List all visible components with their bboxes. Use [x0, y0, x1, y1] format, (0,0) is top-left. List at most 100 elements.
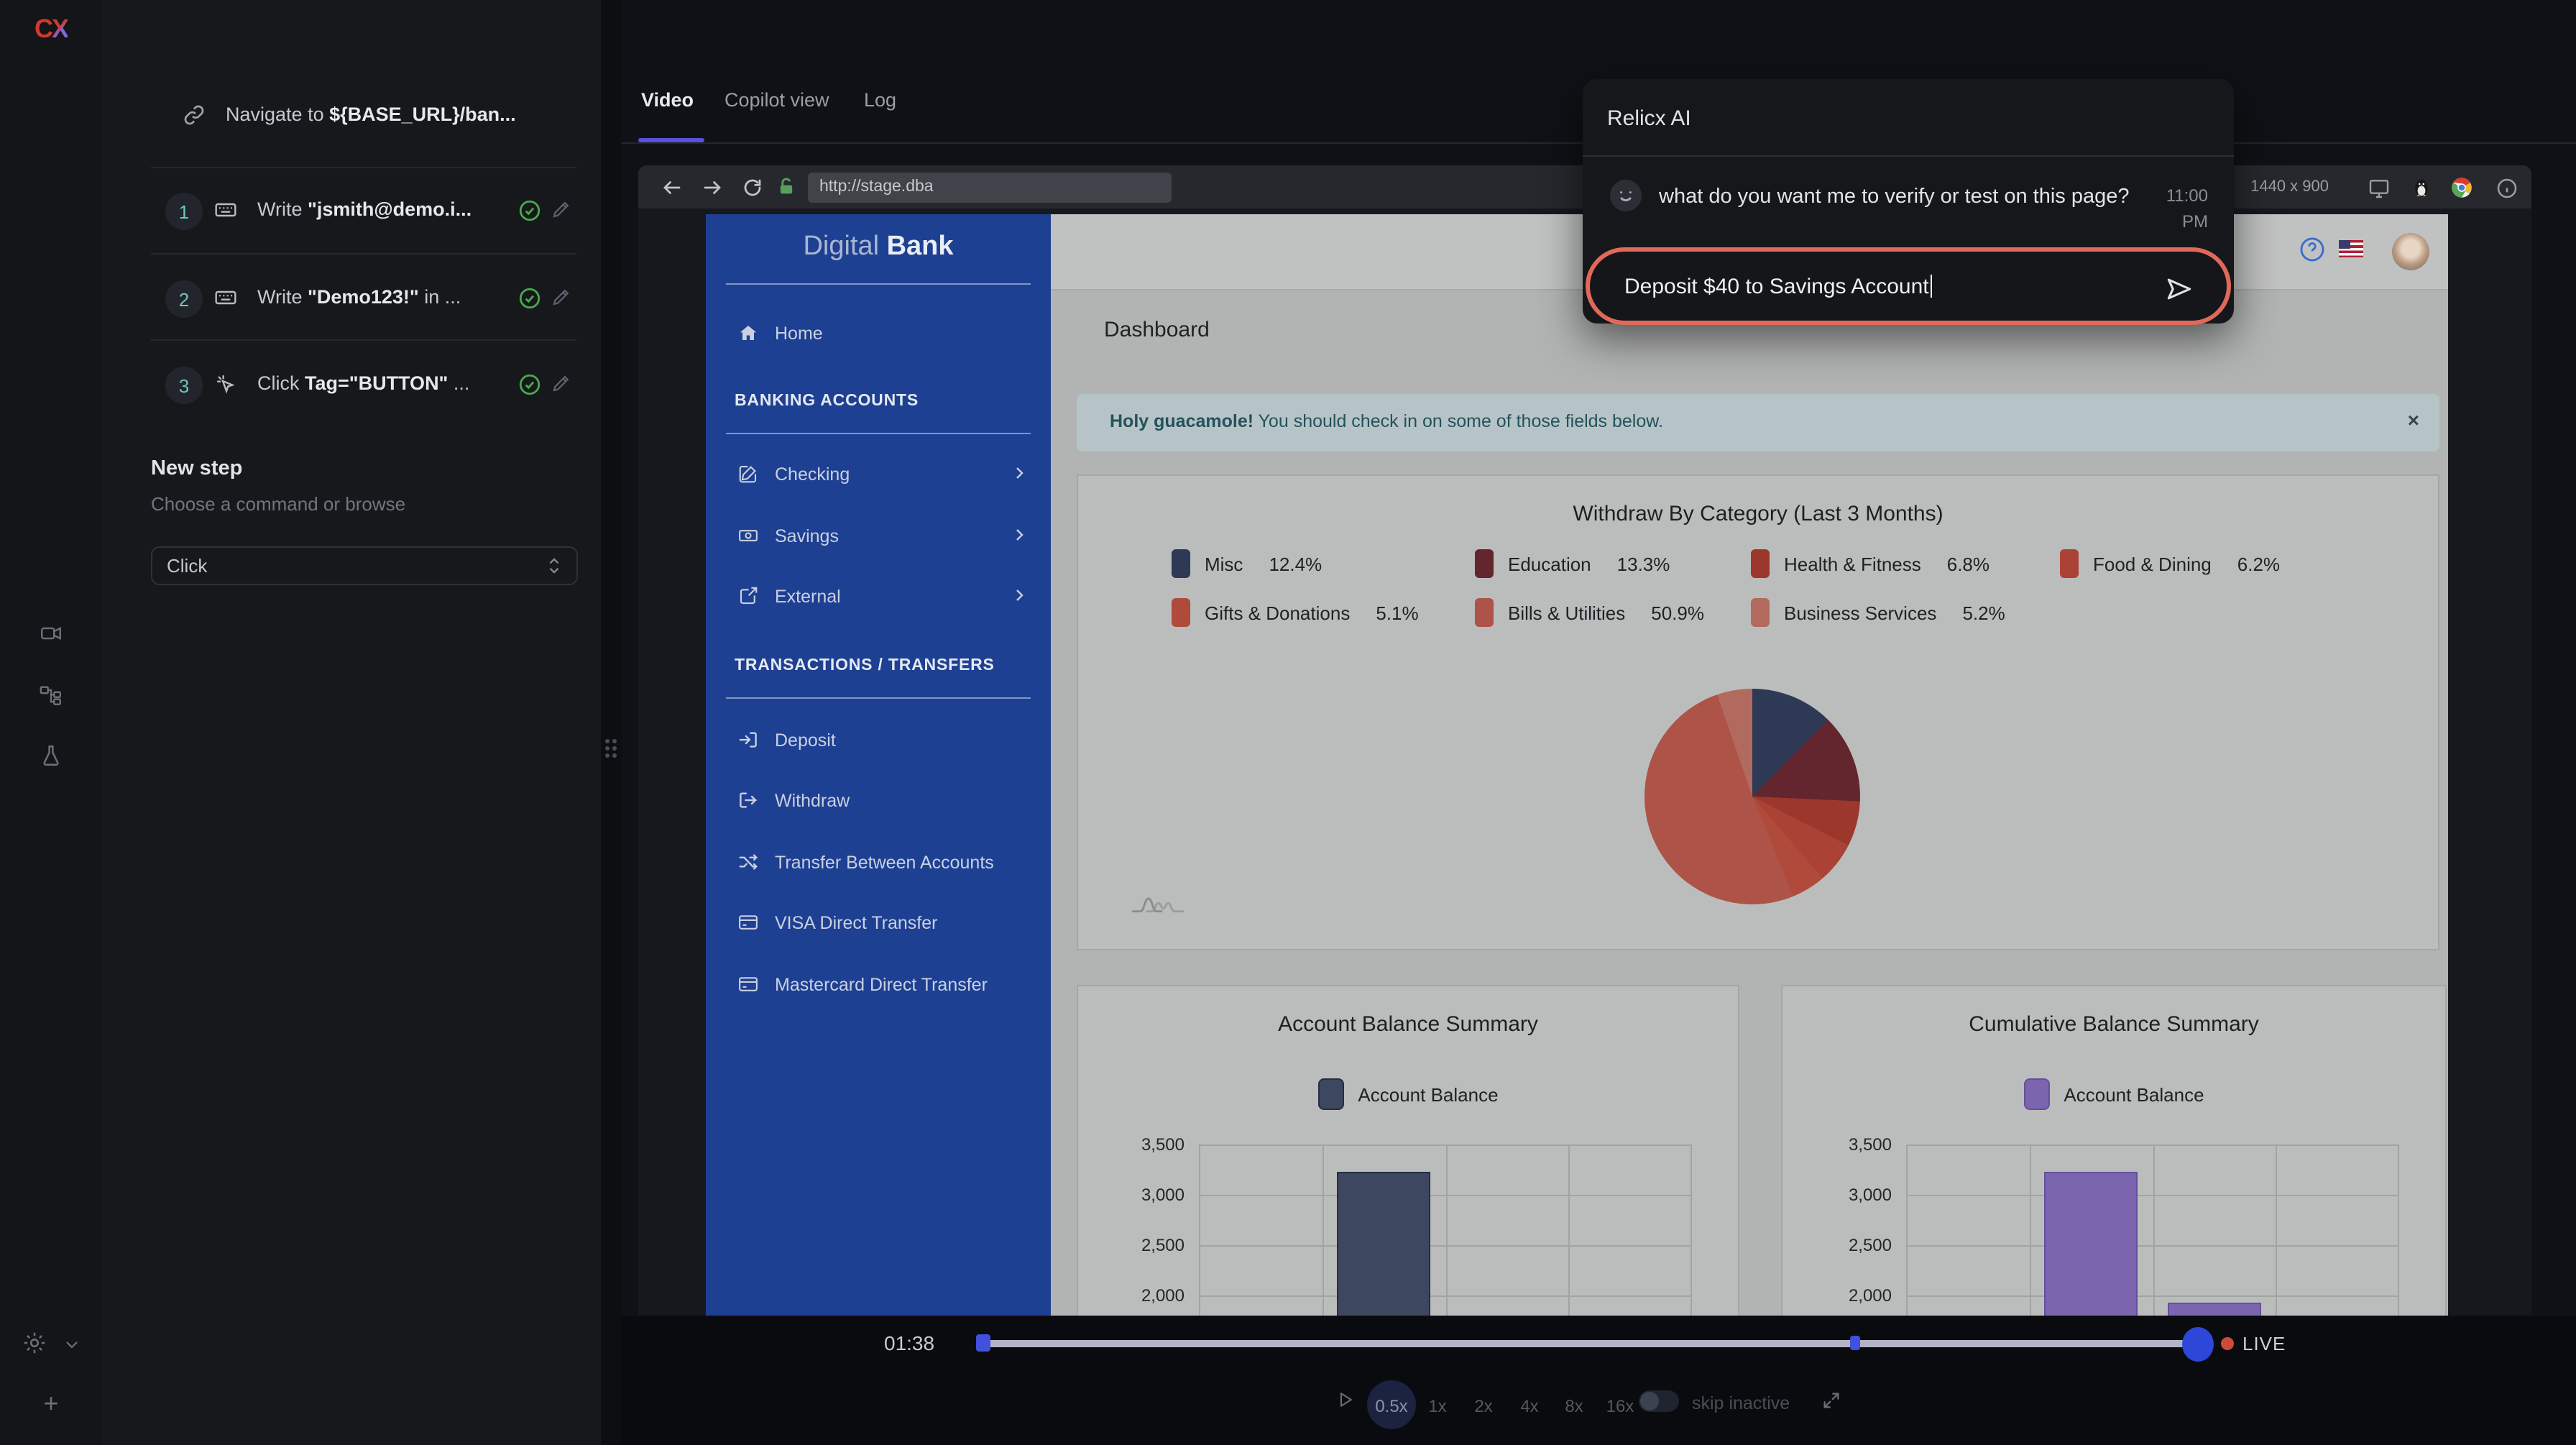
legend-label: Gifts & Donations	[1205, 602, 1350, 623]
pie-chart[interactable]	[1644, 689, 1860, 904]
pie-legend-item[interactable]: Business Services5.2%	[1751, 597, 2060, 628]
video-camera-icon[interactable]	[0, 621, 102, 646]
alert-close-icon[interactable]: ×	[2408, 408, 2419, 431]
legend-swatch	[2023, 1078, 2049, 1110]
player-track[interactable]	[982, 1340, 2209, 1347]
command-select[interactable]: Click	[151, 546, 578, 585]
step-number: 1	[165, 193, 203, 230]
app-root: CX + Tests › Interactive AI trainer	[0, 0, 2576, 1445]
info-icon[interactable]	[2496, 176, 2518, 199]
pie-legend-item[interactable]: Food & Dining6.2%	[2060, 548, 2280, 579]
step-number: 2	[165, 280, 203, 318]
bar[interactable]	[2044, 1172, 2138, 1316]
reload-icon[interactable]	[742, 176, 763, 198]
y-tick: 2,500	[1084, 1235, 1184, 1255]
credit-card-icon	[737, 973, 759, 995]
tab-video[interactable]: Video	[641, 89, 694, 111]
sidebar-item-mastercard-transfer[interactable]: Mastercard Direct Transfer	[706, 963, 1051, 1006]
bot-message: what do you want me to verify or test on…	[1659, 185, 2133, 208]
speed-1x[interactable]: 1x	[1414, 1385, 1460, 1428]
pie-legend-item[interactable]: Health & Fitness6.8%	[1751, 548, 2060, 579]
player-knob[interactable]	[2182, 1327, 2214, 1362]
back-icon[interactable]	[661, 176, 683, 198]
bank-user-avatar[interactable]	[2392, 233, 2429, 270]
panel-resize-gutter[interactable]	[601, 0, 621, 1445]
sidebar-item-deposit[interactable]: Deposit	[706, 719, 1051, 762]
pie-legend-item[interactable]: Education13.3%	[1475, 548, 1751, 579]
account-balance-card: Account Balance Summary Account Balance …	[1077, 985, 1739, 1316]
pie-chart-card: Withdraw By Category (Last 3 Months) Mis…	[1077, 474, 2439, 950]
track-marker-mid[interactable]	[1850, 1336, 1860, 1350]
tab-copilot-view[interactable]: Copilot view	[724, 89, 829, 111]
bar-plot	[1199, 1144, 1692, 1316]
step-row-3[interactable]: 3 Click Tag="BUTTON" ...	[102, 354, 601, 417]
speed-8x[interactable]: 8x	[1551, 1385, 1597, 1428]
ai-prompt-input[interactable]: Deposit $40 to Savings Account	[1586, 247, 2231, 325]
linux-penguin-icon	[2411, 176, 2432, 198]
pie-legend-item[interactable]: Misc12.4%	[1172, 548, 1475, 579]
chevron-right-icon	[1011, 587, 1028, 604]
message-timestamp: 11:00PM	[2166, 183, 2208, 234]
sidebar-item-external[interactable]: External	[706, 575, 1051, 618]
fullscreen-expand-icon[interactable]	[1821, 1390, 1841, 1410]
shuffle-icon	[737, 851, 759, 873]
sidebar-item-checking[interactable]: Checking	[706, 453, 1051, 496]
nav-step[interactable]: Navigate to ${BASE_URL}/ban...	[102, 86, 601, 144]
legend-swatch	[1172, 549, 1190, 578]
sidebar-item-savings[interactable]: Savings	[706, 515, 1051, 558]
edit-pencil-icon[interactable]	[551, 286, 572, 308]
legend-pct: 6.2%	[2237, 553, 2280, 574]
sidebar-item-visa-transfer[interactable]: VISA Direct Transfer	[706, 902, 1051, 945]
divider	[151, 167, 576, 168]
forward-icon[interactable]	[702, 176, 723, 198]
play-icon[interactable]	[1334, 1389, 1356, 1410]
sidebar-item-home[interactable]: Home	[706, 312, 1051, 355]
step-row-1[interactable]: 1 Write "jsmith@demo.i...	[102, 180, 601, 243]
cx-logo[interactable]: CX	[0, 14, 102, 45]
step-row-2[interactable]: 2 Write "Demo123!" in ...	[102, 267, 601, 331]
speed-0.5x[interactable]: 0.5x	[1368, 1385, 1414, 1428]
track-marker-start[interactable]	[976, 1334, 990, 1352]
pie-legend-item[interactable]: Gifts & Donations5.1%	[1172, 597, 1475, 628]
step-label: Write "Demo123!" in ...	[257, 286, 461, 308]
left-rail: CX +	[0, 0, 104, 1445]
check-circle-icon	[518, 286, 542, 311]
speed-16x[interactable]: 16x	[1597, 1385, 1643, 1428]
url-field[interactable]: http://stage.dba	[808, 172, 1172, 202]
edit-pencil-icon[interactable]	[551, 372, 572, 394]
chevron-right-icon	[1011, 526, 1028, 543]
live-label: LIVE	[2242, 1333, 2286, 1354]
legend-pct: 12.4%	[1269, 553, 1322, 574]
y-tick: 3,000	[1791, 1185, 1892, 1205]
sidebar-item-transfer[interactable]: Transfer Between Accounts	[706, 841, 1051, 884]
speed-2x[interactable]: 2x	[1460, 1385, 1506, 1428]
bank-help-icon[interactable]	[2299, 236, 2326, 263]
legend-swatch	[2060, 549, 2079, 578]
skip-inactive-toggle[interactable]	[1639, 1390, 1679, 1412]
flow-tree-icon[interactable]	[0, 683, 102, 707]
tab-log[interactable]: Log	[864, 89, 896, 111]
bar[interactable]	[2168, 1303, 2261, 1316]
check-circle-icon	[518, 198, 542, 223]
y-tick: 2,500	[1791, 1235, 1892, 1255]
pie-chart-title: Withdraw By Category (Last 3 Months)	[1078, 502, 2438, 526]
legend-label: Account Balance	[2064, 1083, 2204, 1105]
legend-swatch	[1475, 549, 1494, 578]
section-header-transactions: TRANSACTIONS / TRANSFERS	[735, 657, 1036, 674]
bar[interactable]	[1337, 1172, 1430, 1316]
legend-label: Business Services	[1784, 602, 1936, 623]
flask-icon[interactable]	[0, 743, 102, 768]
add-button[interactable]: +	[0, 1389, 102, 1419]
speed-4x[interactable]: 4x	[1506, 1385, 1552, 1428]
monitor-icon[interactable]	[2368, 176, 2391, 199]
keyboard-icon	[214, 198, 237, 221]
sidebar-item-withdraw[interactable]: Withdraw	[706, 779, 1051, 822]
new-step-subtitle: Choose a command or browse	[151, 493, 405, 515]
drag-handle[interactable]	[605, 739, 617, 758]
us-flag-icon[interactable]	[2339, 240, 2363, 257]
edit-pencil-icon[interactable]	[551, 198, 572, 220]
legend-label: Health & Fitness	[1784, 553, 1921, 574]
pie-legend-item[interactable]: Bills & Utilities50.9%	[1475, 597, 1751, 628]
divider	[726, 433, 1031, 434]
send-icon[interactable]	[2163, 273, 2195, 305]
